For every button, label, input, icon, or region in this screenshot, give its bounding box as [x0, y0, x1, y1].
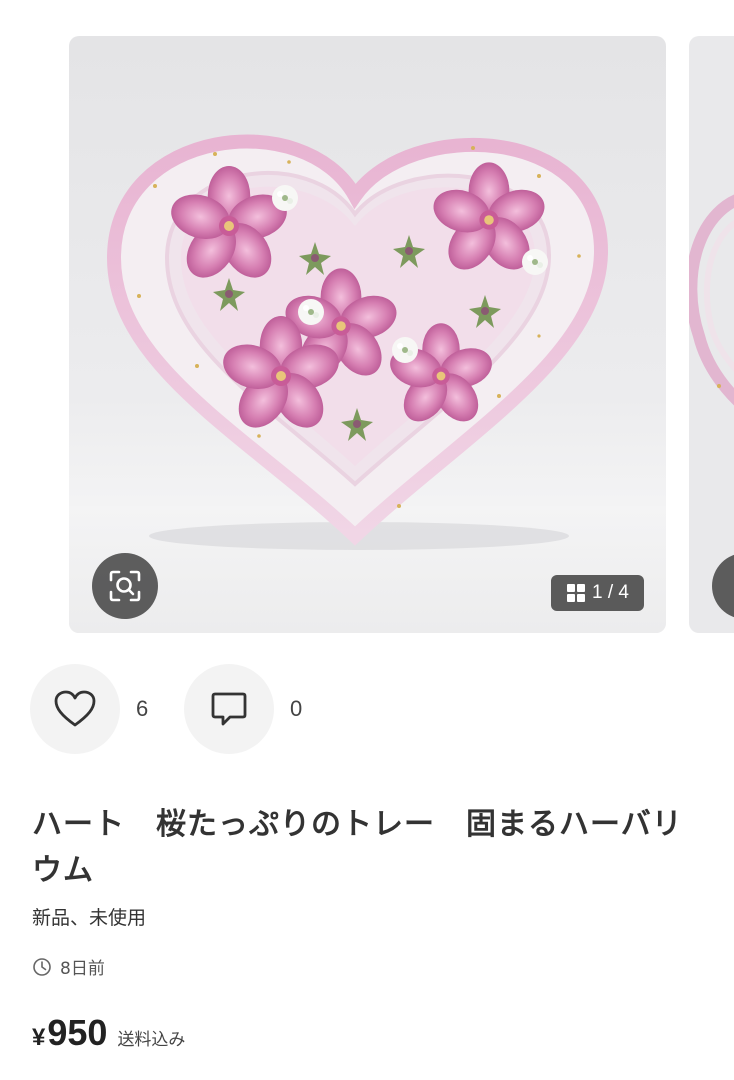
- price-value: 950: [47, 1012, 108, 1053]
- item-condition: 新品、未使用: [32, 907, 147, 929]
- next-image-preview: [689, 194, 734, 406]
- like-button[interactable]: [30, 664, 120, 754]
- product-image[interactable]: [69, 36, 666, 633]
- zoom-scan-icon: [109, 570, 141, 602]
- heart-tray-photo: [106, 134, 609, 550]
- currency-symbol: ¥: [32, 1024, 46, 1051]
- comment-icon: [211, 692, 247, 726]
- item-title: ハート 桜たっぷりのトレー 固まるハーバリウム: [32, 807, 683, 888]
- grid-icon: [567, 584, 585, 602]
- image-carousel[interactable]: 1 / 4: [0, 0, 734, 640]
- counter-current: 1: [592, 582, 603, 603]
- like-count: 6: [136, 696, 149, 721]
- counter-separator: /: [607, 582, 614, 603]
- shipping-label: 送料込み: [117, 1030, 186, 1050]
- action-bar: 6 0: [30, 664, 330, 754]
- heart-icon: [54, 690, 96, 727]
- next-product-image[interactable]: [689, 36, 734, 633]
- posted-label: 8日前: [60, 959, 105, 979]
- counter-total: 4: [618, 582, 629, 603]
- image-counter[interactable]: 1 / 4: [551, 575, 644, 611]
- comment-button[interactable]: [184, 664, 274, 754]
- clock-icon: [33, 957, 51, 976]
- posted-time: 8日前: [32, 954, 105, 979]
- zoom-button[interactable]: [92, 553, 158, 619]
- comment-count: 0: [290, 696, 303, 721]
- price-row: ¥ 950 送料込み: [32, 1012, 185, 1054]
